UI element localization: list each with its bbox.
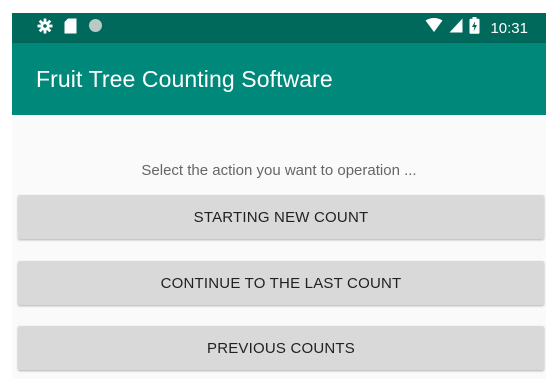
status-bar-notifications (37, 18, 103, 39)
start-new-count-label: STARTING NEW COUNT (193, 208, 369, 226)
status-time: 10:31 (490, 19, 528, 37)
app-bar: Fruit Tree Counting Software (12, 43, 546, 115)
signal-icon (449, 18, 463, 38)
app-screen: 10:31 Fruit Tree Counting Software Selec… (12, 13, 546, 379)
circle-dot-icon (88, 18, 103, 38)
previous-counts-button[interactable]: PREVIOUS COUNTS (18, 326, 544, 370)
app-title: Fruit Tree Counting Software (36, 66, 333, 92)
sd-card-icon (64, 18, 77, 39)
battery-charging-icon (469, 17, 480, 39)
main-content: Select the action you want to operation … (12, 115, 546, 379)
wifi-icon (425, 18, 443, 38)
action-prompt: Select the action you want to operation … (141, 162, 417, 179)
continue-last-count-label: CONTINUE TO THE LAST COUNT (160, 274, 402, 292)
previous-counts-label: PREVIOUS COUNTS (206, 339, 356, 357)
status-bar-system: 10:31 (425, 17, 528, 39)
settings-icon (37, 18, 53, 39)
start-new-count-button[interactable]: STARTING NEW COUNT (18, 195, 544, 239)
status-bar: 10:31 (12, 13, 546, 43)
continue-last-count-button[interactable]: CONTINUE TO THE LAST COUNT (18, 261, 544, 305)
